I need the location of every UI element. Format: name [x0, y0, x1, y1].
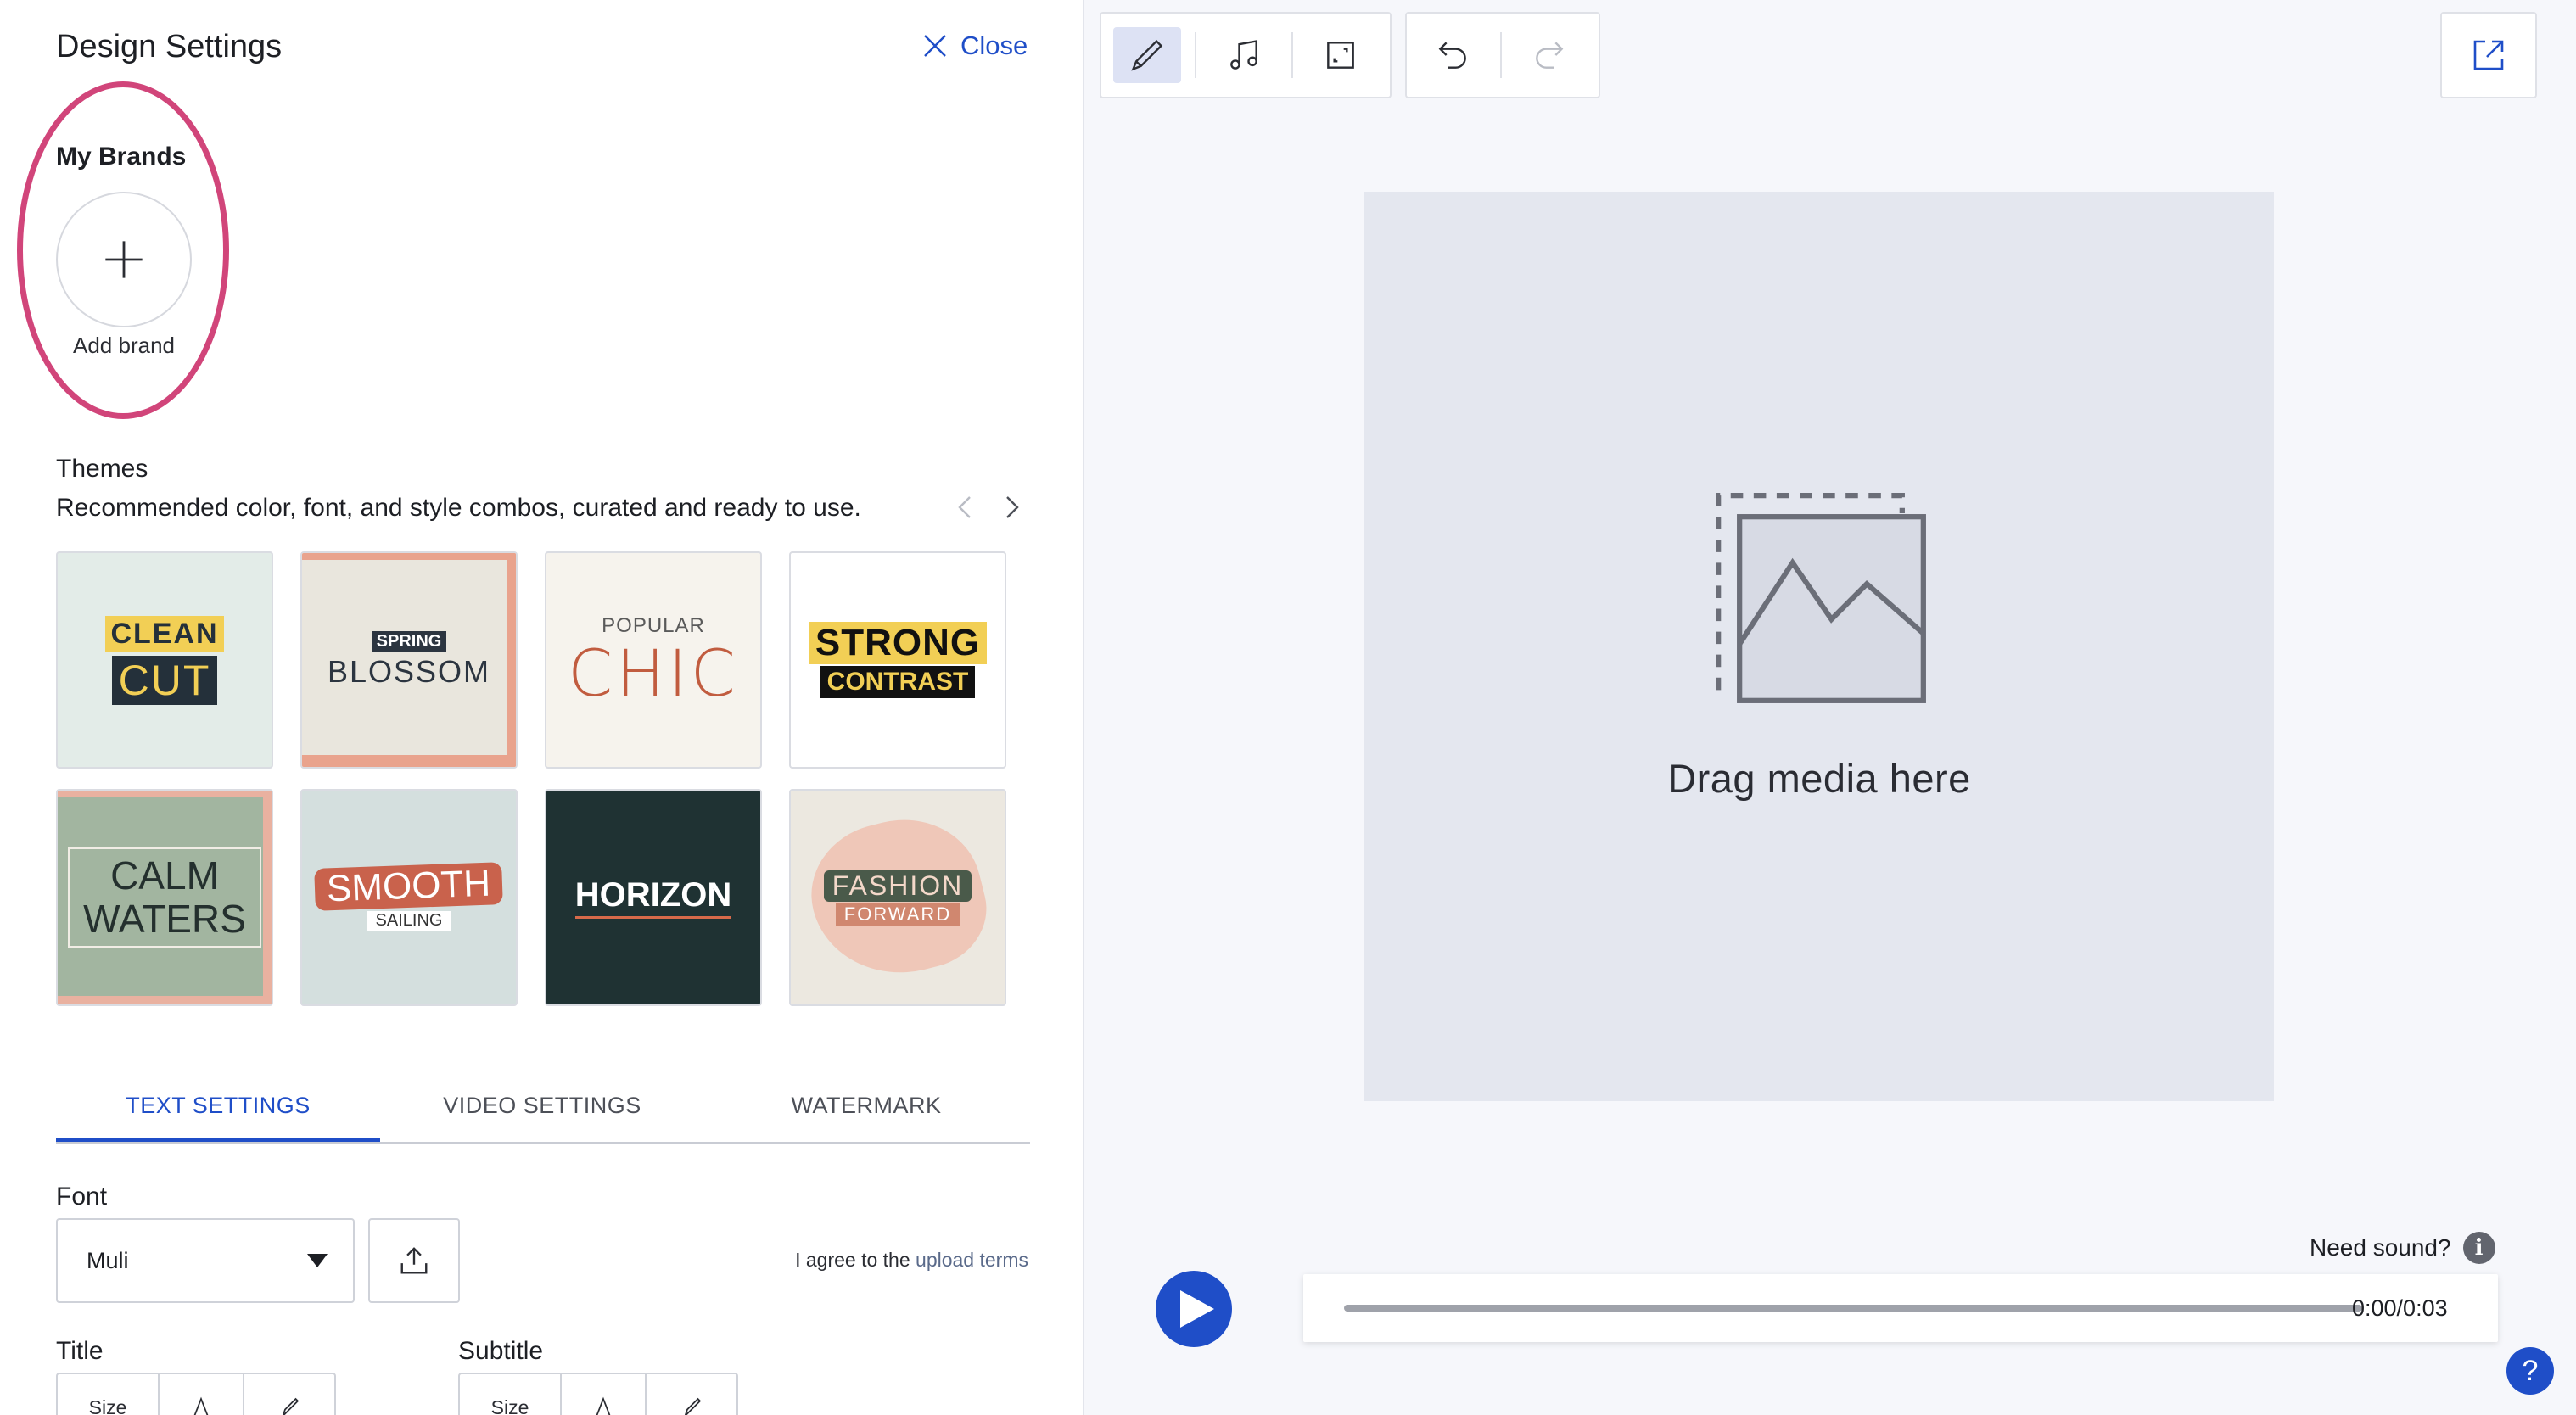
- chevron-left-icon: [958, 496, 971, 518]
- design-settings-panel: Design Settings Close My Brands Add bran…: [0, 0, 1084, 1415]
- export-icon: [2473, 40, 2504, 70]
- undo-icon: [1438, 42, 1466, 69]
- panel-title: Design Settings: [56, 29, 283, 64]
- drop-zone-label: Drag media here: [1667, 755, 1971, 801]
- agree-prefix: I agree to the: [795, 1249, 910, 1271]
- plus-icon: [105, 241, 143, 278]
- playback-time: 0:00/0:03: [2352, 1295, 2448, 1321]
- theme-line1: SMOOTH: [314, 861, 504, 911]
- design-tool-button[interactable]: [1113, 27, 1181, 83]
- theme-horizon[interactable]: HORIZON: [545, 789, 762, 1006]
- theme-line1: STRONG: [808, 622, 988, 664]
- toolbar-divider: [1500, 32, 1502, 78]
- timeline-bar: 0:00/0:03: [1303, 1274, 2498, 1342]
- subtitle-highlight-button[interactable]: [647, 1374, 736, 1415]
- upload-terms-text: I agree to the upload terms: [795, 1249, 1028, 1272]
- themes-prev-button[interactable]: [950, 490, 979, 524]
- title-label: Title: [56, 1337, 104, 1365]
- theme-frame: [302, 553, 516, 767]
- resize-tool-button[interactable]: [1307, 27, 1375, 83]
- theme-line1: POPULAR: [602, 614, 705, 637]
- title-highlight-button[interactable]: [244, 1374, 334, 1415]
- themes-next-button[interactable]: [998, 490, 1027, 524]
- history-toolbar: [1405, 12, 1600, 98]
- play-icon: [1180, 1290, 1214, 1328]
- toolbar-divider: [1291, 32, 1293, 78]
- brush-icon: [1131, 39, 1163, 71]
- subtitle-label: Subtitle: [458, 1337, 544, 1365]
- close-button[interactable]: Close: [920, 31, 1028, 61]
- edit-toolbar: [1100, 12, 1392, 98]
- my-brands-label: My Brands: [56, 143, 187, 171]
- toolbar-divider: [1195, 32, 1196, 78]
- redo-icon: [1536, 42, 1564, 69]
- theme-fashion-forward[interactable]: FASHION FORWARD: [789, 789, 1006, 1006]
- pen-icon: [282, 1397, 300, 1415]
- music-note-icon: [1230, 40, 1257, 70]
- theme-line1: CLEAN: [105, 615, 224, 652]
- theme-line1: FASHION: [823, 870, 972, 902]
- theme-frame: [58, 791, 272, 1004]
- upload-terms-link[interactable]: upload terms: [916, 1249, 1028, 1271]
- theme-calm-waters[interactable]: CALM WATERS: [56, 789, 273, 1006]
- theme-popular-chic[interactable]: POPULAR CHIC: [545, 551, 762, 769]
- title-font-color-button[interactable]: [160, 1374, 244, 1415]
- upload-font-button[interactable]: [368, 1218, 460, 1303]
- title-style-controls: Size: [56, 1373, 336, 1415]
- theme-grid: CLEAN CUT SPRING BLOSSOM POPULAR CHIC ST…: [56, 551, 1006, 1006]
- theme-line2: SAILING: [367, 910, 451, 931]
- close-label: Close: [960, 31, 1028, 60]
- font-label: Font: [56, 1183, 108, 1211]
- tab-watermark[interactable]: WATERMARK: [704, 1069, 1028, 1142]
- image-placeholder-icon: [1716, 492, 1926, 703]
- theme-strong-contrast[interactable]: STRONG CONTRAST: [789, 551, 1006, 769]
- play-button[interactable]: [1156, 1271, 1232, 1347]
- tab-text-settings[interactable]: TEXT SETTINGS: [56, 1069, 380, 1142]
- redo-button[interactable]: [1515, 27, 1583, 83]
- themes-label: Themes: [56, 455, 148, 483]
- media-drop-zone[interactable]: Drag media here: [1364, 192, 2274, 1101]
- chevron-right-icon: [1006, 496, 1019, 518]
- music-tool-button[interactable]: [1210, 27, 1278, 83]
- resize-icon: [1327, 42, 1354, 69]
- theme-line1: HORIZON: [574, 876, 732, 919]
- text-color-icon: [193, 1396, 209, 1415]
- need-sound-hint: Need sound? i: [2310, 1232, 2495, 1264]
- need-sound-label: Need sound?: [2310, 1234, 2451, 1261]
- caret-down-icon: [307, 1254, 328, 1267]
- upload-icon: [400, 1247, 428, 1274]
- themes-description: Recommended color, font, and style combo…: [56, 494, 861, 522]
- info-icon[interactable]: i: [2462, 1232, 2495, 1264]
- theme-smooth-sailing[interactable]: SMOOTH SAILING: [300, 789, 518, 1006]
- add-brand-button[interactable]: [56, 192, 192, 327]
- subtitle-font-color-button[interactable]: [562, 1374, 647, 1415]
- subtitle-size-button[interactable]: Size: [460, 1374, 562, 1415]
- theme-line2: CONTRAST: [820, 666, 976, 698]
- theme-clean-cut[interactable]: CLEAN CUT: [56, 551, 273, 769]
- theme-line2: FORWARD: [835, 903, 960, 926]
- help-button[interactable]: ?: [2506, 1347, 2554, 1395]
- settings-tabs: TEXT SETTINGS VIDEO SETTINGS WATERMARK: [56, 1069, 1030, 1144]
- title-size-button[interactable]: Size: [58, 1374, 160, 1415]
- export-button[interactable]: [2440, 12, 2537, 98]
- font-value: Muli: [87, 1247, 129, 1273]
- tab-video-settings[interactable]: VIDEO SETTINGS: [380, 1069, 704, 1142]
- timeline-track[interactable]: [1344, 1305, 2362, 1312]
- add-brand-label: Add brand: [73, 333, 175, 358]
- theme-line2: CUT: [111, 655, 218, 705]
- theme-spring-blossom[interactable]: SPRING BLOSSOM: [300, 551, 518, 769]
- font-select[interactable]: Muli: [56, 1218, 355, 1303]
- theme-line2: CHIC: [568, 635, 739, 711]
- subtitle-style-controls: Size: [458, 1373, 738, 1415]
- close-icon: [924, 35, 946, 57]
- text-color-icon: [596, 1396, 611, 1415]
- pen-icon: [684, 1397, 702, 1415]
- undo-button[interactable]: [1419, 27, 1487, 83]
